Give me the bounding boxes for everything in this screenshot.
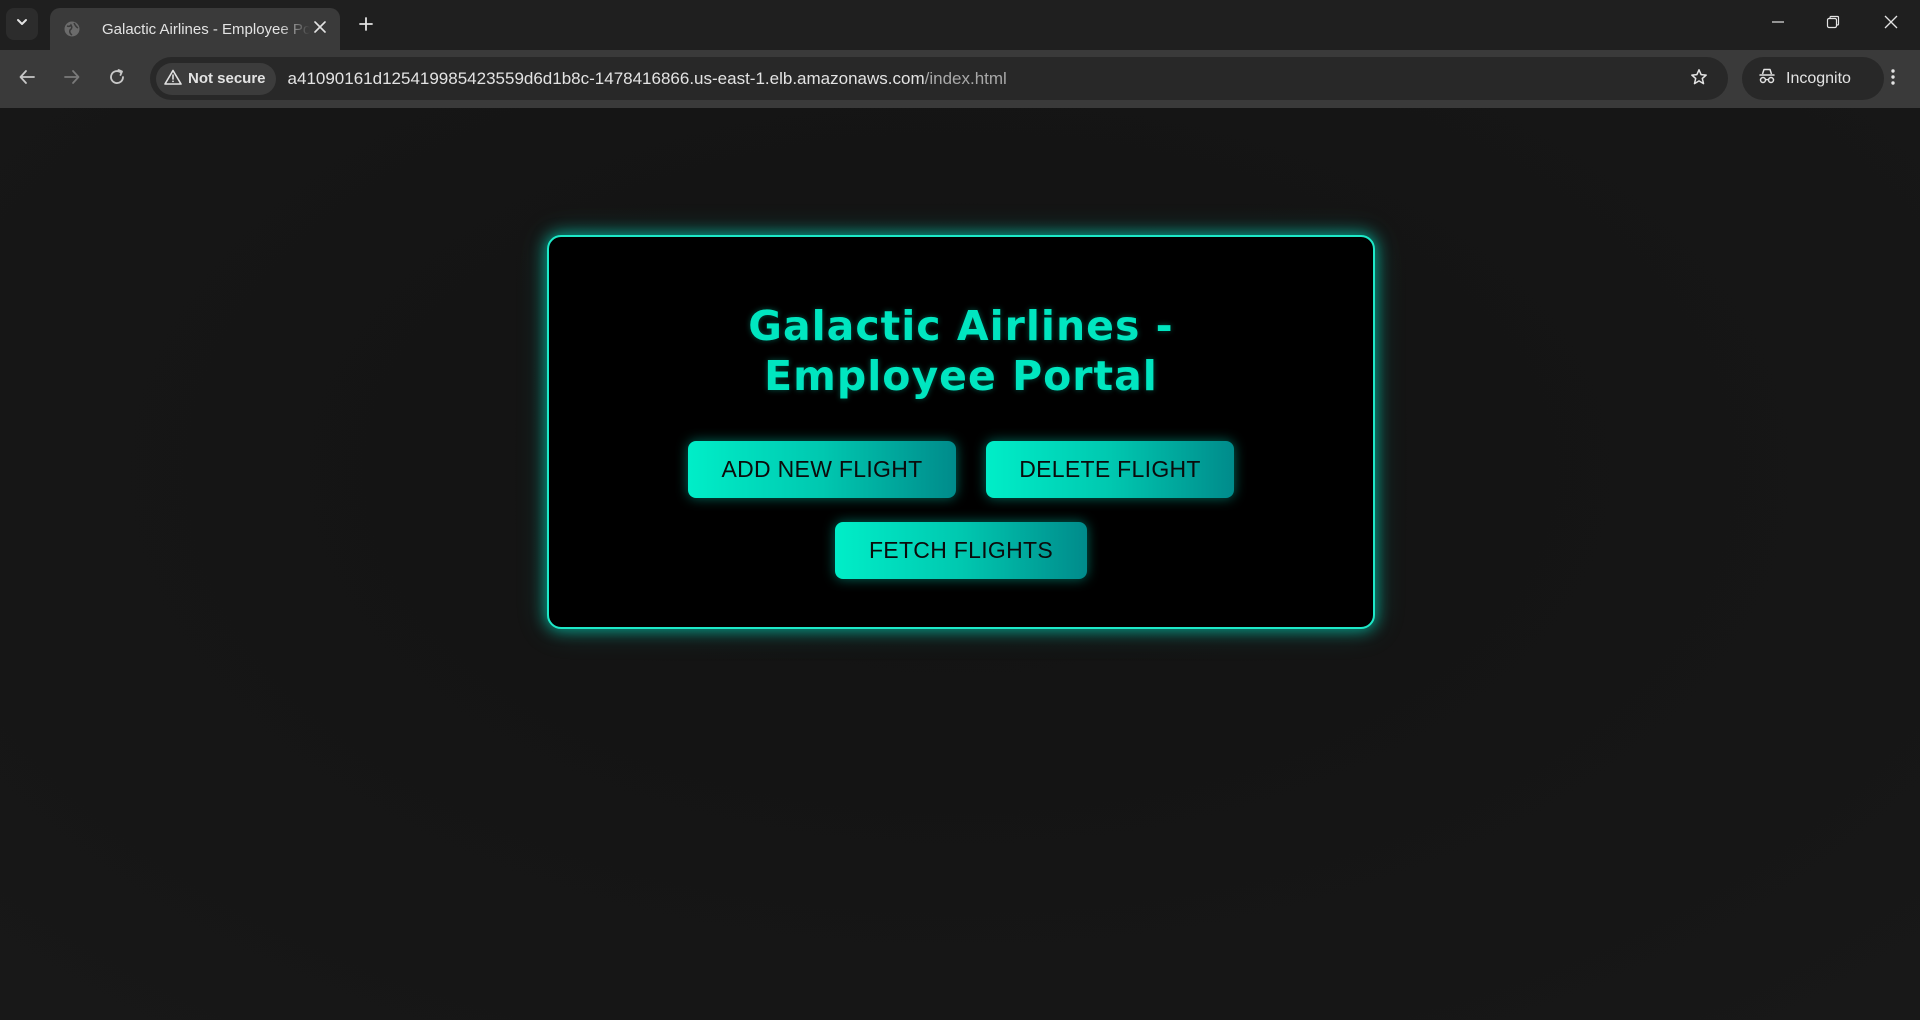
tab-close-button[interactable]: [310, 19, 330, 39]
url-path: /index.html: [924, 68, 1007, 88]
globe-icon: [62, 19, 82, 39]
tab-strip: Galactic Airlines - Employee Portal: [0, 0, 1920, 50]
fetch-flights-button[interactable]: FETCH FLIGHTS: [835, 522, 1087, 579]
minimize-button[interactable]: [1760, 6, 1796, 42]
security-indicator[interactable]: Not secure: [156, 62, 276, 95]
page-title: Galactic Airlines - Employee Portal: [748, 302, 1174, 400]
page-viewport: Galactic Airlines - Employee Portal ADD …: [0, 108, 1920, 1020]
tab-title: Galactic Airlines - Employee Portal: [102, 20, 310, 38]
url-text: a41090161d125419985423559d6d1b8c-1478416…: [288, 69, 1007, 89]
new-tab-button[interactable]: [353, 13, 379, 39]
tab-active[interactable]: Galactic Airlines - Employee Portal: [50, 8, 340, 50]
minimize-icon: [1771, 15, 1785, 34]
close-window-button[interactable]: [1873, 6, 1909, 42]
reload-button[interactable]: [100, 62, 134, 96]
incognito-indicator[interactable]: Incognito: [1742, 57, 1884, 100]
plus-icon: [358, 16, 374, 37]
kebab-menu-icon: [1890, 68, 1896, 91]
incognito-label: Incognito: [1786, 69, 1851, 87]
restore-button[interactable]: [1815, 6, 1851, 42]
forward-button[interactable]: [55, 62, 89, 96]
browser-toolbar: Not secure a41090161d125419985423559d6d1…: [0, 50, 1920, 108]
portal-card: Galactic Airlines - Employee Portal ADD …: [547, 235, 1375, 629]
warning-icon: [164, 69, 182, 89]
restore-icon: [1826, 15, 1840, 34]
arrow-right-icon: [63, 68, 81, 91]
security-label: Not secure: [188, 70, 266, 87]
back-button[interactable]: [10, 62, 44, 96]
star-icon: [1690, 68, 1708, 91]
browser-menu-button[interactable]: [1876, 62, 1910, 96]
delete-flight-button[interactable]: DELETE FLIGHT: [986, 441, 1234, 498]
reload-icon: [108, 68, 126, 91]
add-new-flight-button[interactable]: ADD NEW FLIGHT: [688, 441, 956, 498]
tab-search-button[interactable]: [6, 8, 38, 40]
close-icon: [1884, 15, 1898, 34]
close-icon: [314, 20, 326, 38]
incognito-icon: [1758, 68, 1776, 89]
chevron-down-icon: [15, 15, 29, 34]
arrow-left-icon: [18, 68, 36, 91]
url-host: a41090161d125419985423559d6d1b8c-1478416…: [287, 68, 925, 88]
bookmark-button[interactable]: [1684, 64, 1714, 94]
address-bar[interactable]: Not secure a41090161d125419985423559d6d1…: [150, 57, 1728, 100]
